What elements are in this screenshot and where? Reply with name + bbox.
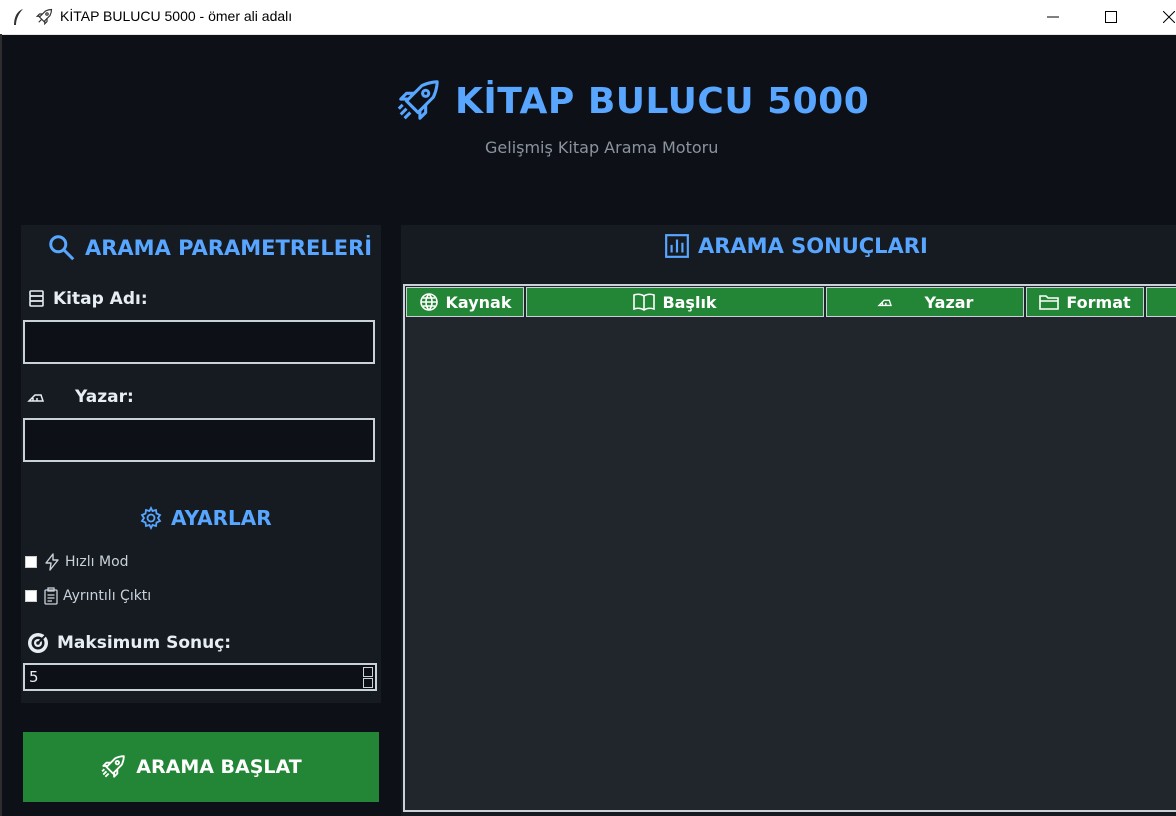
start-search-button[interactable]: ARAMA BAŞLAT <box>23 732 379 802</box>
fast-mode-checkbox[interactable] <box>25 556 37 568</box>
rocket-icon <box>101 755 126 778</box>
clipboard-icon <box>44 587 58 605</box>
column-author-label: Yazar <box>924 292 974 312</box>
search-parameters-title: ARAMA PARAMETRELERİ <box>85 236 373 260</box>
minimize-icon <box>1047 16 1059 18</box>
app-title: KİTAP BULUCU 5000 <box>395 78 869 124</box>
book-name-label: Kitap Adı: <box>27 289 148 309</box>
column-header-author[interactable]: Yazar <box>826 287 1024 317</box>
verbose-checkbox-row[interactable]: Ayrıntılı Çıktı <box>25 587 151 605</box>
author-input[interactable] <box>23 418 375 462</box>
column-header-source[interactable]: Kaynak <box>406 287 524 317</box>
folder-icon <box>1039 295 1060 310</box>
book-name-label-text: Kitap Adı: <box>53 289 148 309</box>
author-label: Yazar: <box>27 387 134 407</box>
window-titlebar[interactable]: KİTAP BULUCU 5000 - ömer ali adalı <box>0 0 1176 35</box>
maximize-button[interactable] <box>1088 0 1134 34</box>
search-parameters-panel: ARAMA PARAMETRELERİ Kitap Adı: Yazar: AY… <box>21 225 381 703</box>
start-search-label: ARAMA BAŞLAT <box>136 756 302 778</box>
column-format-label: Format <box>1066 292 1131 312</box>
search-results-heading: ARAMA SONUÇLARI <box>664 233 928 259</box>
author-label-text: Yazar: <box>75 387 134 407</box>
spin-down-button[interactable] <box>363 678 373 688</box>
settings-title: AYARLAR <box>171 506 272 530</box>
verbose-checkbox[interactable] <box>25 590 37 602</box>
settings-heading: AYARLAR <box>139 506 272 530</box>
search-parameters-heading: ARAMA PARAMETRELERİ <box>47 233 372 263</box>
magnifier-icon <box>49 235 75 261</box>
window-title: KİTAP BULUCU 5000 - ömer ali adalı <box>60 8 293 24</box>
book-name-input[interactable] <box>23 320 375 364</box>
column-source-label: Kaynak <box>445 292 512 312</box>
target-icon <box>28 633 48 653</box>
spin-up-button[interactable] <box>363 667 373 677</box>
column-header-format[interactable]: Format <box>1026 287 1144 317</box>
column-title-label: Başlık <box>662 292 717 312</box>
column-header-partial[interactable] <box>1146 287 1176 317</box>
app-title-text: KİTAP BULUCU 5000 <box>455 80 870 122</box>
minimize-button[interactable] <box>1030 0 1076 34</box>
max-results-value[interactable]: 5 <box>29 668 39 686</box>
max-results-label: Maksimum Sonuç: <box>27 632 231 654</box>
max-results-label-text: Maksimum Sonuç: <box>57 633 232 653</box>
gear-icon <box>140 506 162 530</box>
spinbox-arrows[interactable] <box>363 667 373 688</box>
search-results-title: ARAMA SONUÇLARI <box>698 234 928 258</box>
results-table[interactable] <box>403 284 1176 812</box>
fast-mode-label: Hızlı Mod <box>65 554 129 570</box>
book-icon <box>633 293 656 311</box>
lightning-icon <box>45 553 59 571</box>
feather-icon <box>14 9 23 25</box>
books-icon <box>29 290 44 307</box>
close-button[interactable] <box>1146 0 1176 34</box>
close-icon <box>1163 11 1175 23</box>
rocket-icon <box>397 80 439 120</box>
writing-hand-icon <box>27 394 45 402</box>
column-header-title[interactable]: Başlık <box>526 287 824 317</box>
rocket-icon <box>35 8 53 26</box>
maximize-icon <box>1105 11 1117 23</box>
max-results-spinbox[interactable]: 5 <box>23 663 377 691</box>
verbose-label: Ayrıntılı Çıktı <box>63 588 152 604</box>
bar-chart-icon <box>665 234 689 258</box>
app-header <box>2 35 1176 225</box>
app-subtitle: Gelişmiş Kitap Arama Motoru <box>485 138 719 157</box>
globe-icon <box>419 293 438 311</box>
fast-mode-checkbox-row[interactable]: Hızlı Mod <box>25 553 129 571</box>
writing-hand-icon <box>876 299 892 307</box>
